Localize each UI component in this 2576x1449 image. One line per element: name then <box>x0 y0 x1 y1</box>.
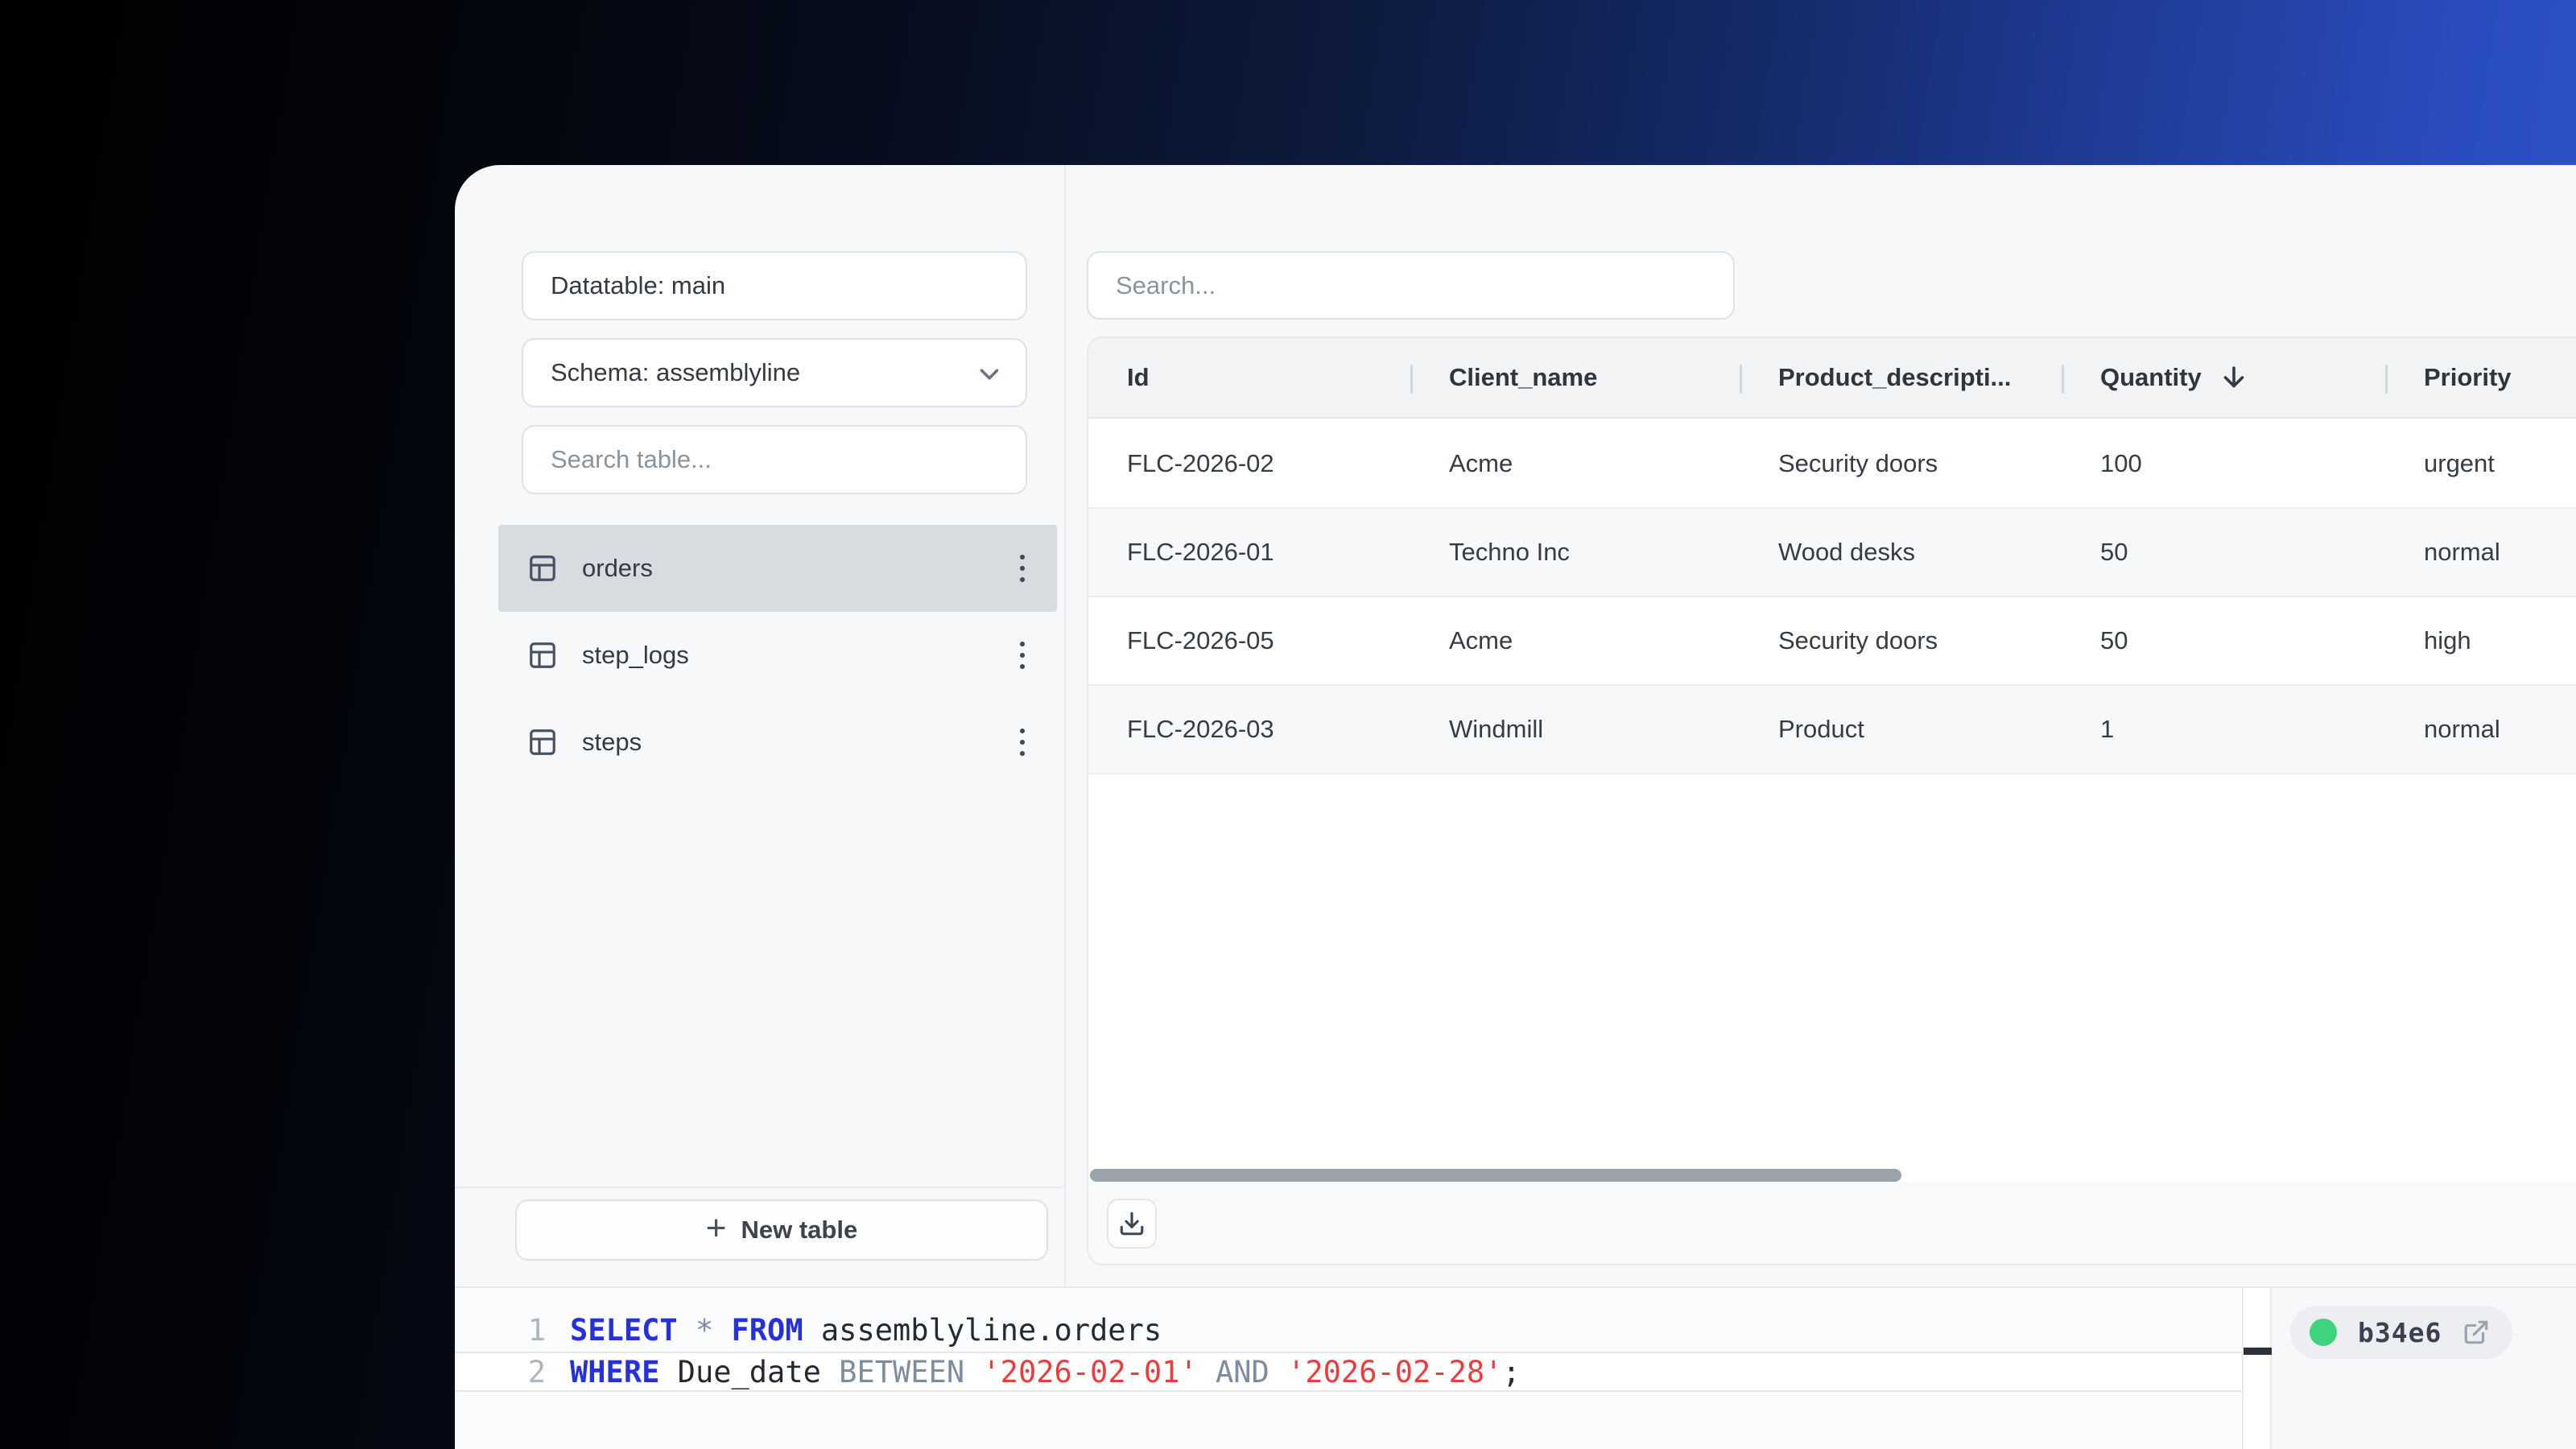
table-cell[interactable]: Windmill <box>1410 686 1740 773</box>
column-label: Quantity <box>2100 363 2202 391</box>
sidebar-divider <box>1064 165 1066 1286</box>
editor-scroll-marker <box>2244 1348 2272 1355</box>
column-header-client-name[interactable]: Client_name <box>1410 338 1740 417</box>
table-cell[interactable]: high <box>2385 597 2576 684</box>
schema-select[interactable]: Schema: assemblyline <box>522 338 1027 407</box>
arrow-down-icon <box>2223 366 2244 388</box>
sidebar-footer-divider <box>455 1187 1064 1188</box>
table-cell[interactable]: FLC-2026-03 <box>1088 686 1410 773</box>
table-row[interactable]: FLC-2026-05 Acme Security doors 50 high <box>1088 597 2576 686</box>
table-cell[interactable]: Acme <box>1410 597 1740 684</box>
sidebar-table-item-step_logs[interactable]: step_logs <box>498 612 1057 699</box>
sql-code: 1 SELECT * FROM assemblyline.orders 2 WHERE… <box>455 1308 2244 1392</box>
line-number: 1 <box>527 1312 546 1348</box>
column-label: Client_name <box>1449 363 1598 391</box>
new-table-button[interactable]: + New table <box>515 1199 1048 1261</box>
table-icon <box>530 729 555 755</box>
desktop-background: Datatable: main Schema: assemblyline Sea… <box>0 0 2576 1449</box>
kebab-menu-icon[interactable] <box>1015 724 1030 761</box>
table-cell[interactable]: normal <box>2385 686 2576 773</box>
table-list: orders step_logssteps <box>498 525 1057 786</box>
chevron-down-icon <box>980 369 999 380</box>
code-line: 1 SELECT * FROM assemblyline.orders <box>455 1308 2244 1352</box>
code-text: SELECT * FROM assemblyline.orders <box>570 1312 1162 1348</box>
column-header-id[interactable]: Id <box>1088 338 1410 417</box>
db-studio-panel: Datatable: main Schema: assemblyline Sea… <box>455 165 2576 1449</box>
column-label: Id <box>1127 363 1150 391</box>
kebab-menu-icon[interactable] <box>1015 637 1030 674</box>
table-cell[interactable]: Security doors <box>1740 420 2062 507</box>
grid-header-row: Id Client_name Product_descripti... Quantit… <box>1088 338 2576 419</box>
table-cell[interactable]: Wood desks <box>1740 509 2062 596</box>
column-separator <box>1410 365 1413 394</box>
table-cell[interactable]: urgent <box>2385 420 2576 507</box>
grid-search-input[interactable]: Search... <box>1087 251 1735 320</box>
column-separator <box>1740 365 1742 394</box>
status-dot <box>2310 1319 2337 1346</box>
table-icon <box>530 555 555 581</box>
column-header-product-descripti-[interactable]: Product_descripti... <box>1740 338 2062 417</box>
table-cell[interactable]: 50 <box>2062 509 2385 596</box>
table-cell[interactable]: Product <box>1740 686 2062 773</box>
column-header-priority[interactable]: Priority <box>2385 338 2576 417</box>
external-link-icon <box>2465 1320 2488 1344</box>
column-separator <box>2385 365 2388 394</box>
download-button[interactable] <box>1107 1199 1157 1249</box>
plus-icon: + <box>705 1208 727 1248</box>
column-label: Product_descripti... <box>1778 363 2012 391</box>
table-icon <box>530 642 555 668</box>
grid-body: FLC-2026-02 Acme Security doors 100 urgent FL… <box>1088 420 2576 1182</box>
table-cell[interactable]: normal <box>2385 509 2576 596</box>
new-table-label: New table <box>741 1216 858 1244</box>
table-cell[interactable]: Security doors <box>1740 597 2062 684</box>
table-cell[interactable]: FLC-2026-01 <box>1088 509 1410 596</box>
code-line: 2 WHERE Due_date BETWEEN '2026-02-01' AND… <box>455 1352 2244 1392</box>
table-name: steps <box>582 728 642 756</box>
table-name: orders <box>582 554 653 582</box>
table-cell[interactable]: Acme <box>1410 420 1740 507</box>
table-name: step_logs <box>582 641 689 669</box>
download-icon <box>1120 1212 1144 1236</box>
column-label: Priority <box>2424 363 2512 391</box>
table-cell[interactable]: FLC-2026-02 <box>1088 420 1410 507</box>
datatable-select[interactable]: Datatable: main <box>522 251 1027 320</box>
sidebar-table-item-steps[interactable]: steps <box>498 699 1057 786</box>
code-text: WHERE Due_date BETWEEN '2026-02-01' AND … <box>570 1354 1521 1389</box>
db-connection-badge[interactable]: b34e6 <box>2290 1306 2513 1359</box>
schema-select-label: Schema: assemblyline <box>551 358 801 386</box>
table-row[interactable]: FLC-2026-03 Windmill Product 1 normal <box>1088 686 2576 774</box>
sql-editor[interactable]: 1 SELECT * FROM assemblyline.orders 2 WHERE… <box>455 1288 2244 1449</box>
column-header-quantity[interactable]: Quantity <box>2062 338 2385 417</box>
editor-side-panel: b34e6 <box>2273 1288 2576 1449</box>
sidebar-table-item-orders[interactable]: orders <box>498 525 1057 612</box>
table-row[interactable]: FLC-2026-01 Techno Inc Wood desks 50 normal <box>1088 509 2576 597</box>
table-cell[interactable]: FLC-2026-05 <box>1088 597 1410 684</box>
table-row[interactable]: FLC-2026-02 Acme Security doors 100 urgent <box>1088 420 2576 509</box>
table-cell[interactable]: 50 <box>2062 597 2385 684</box>
table-cell[interactable]: 1 <box>2062 686 2385 773</box>
data-grid-card: Id Client_name Product_descripti... Quantit… <box>1087 336 2576 1265</box>
kebab-menu-icon[interactable] <box>1015 550 1030 587</box>
column-separator <box>2062 365 2064 394</box>
line-number: 2 <box>527 1354 546 1389</box>
grid-footer <box>1088 1182 2576 1264</box>
table-search-input[interactable]: Search table... <box>522 425 1027 494</box>
horizontal-scrollbar-thumb[interactable] <box>1090 1169 1901 1182</box>
editor-scrollbar-track[interactable] <box>2244 1288 2272 1449</box>
table-cell[interactable]: Techno Inc <box>1410 509 1740 596</box>
connection-id: b34e6 <box>2358 1316 2442 1348</box>
table-cell[interactable]: 100 <box>2062 420 2385 507</box>
